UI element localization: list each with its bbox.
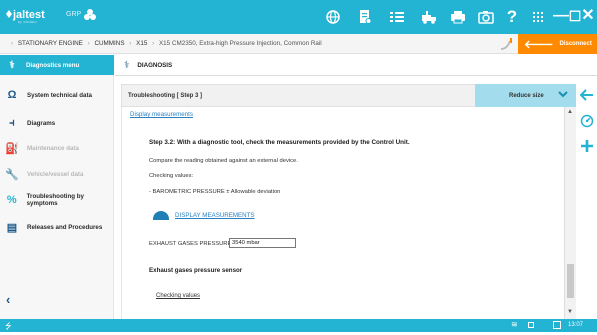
plus-icon[interactable]	[580, 139, 594, 153]
arrow-left-icon: 🡐	[524, 39, 554, 51]
page-title: DIAGNOSIS	[137, 61, 173, 69]
diagram-icon: ⫞	[9, 116, 15, 129]
stethoscope-icon: ⚕	[9, 59, 15, 71]
content-header: ⚕ DIAGNOSIS	[115, 55, 597, 76]
group-label: GRP	[66, 11, 82, 18]
sensor-heading: Exhaust gases pressure sensor	[149, 267, 243, 274]
sidebar-item-troubleshooting[interactable]: % Troubleshooting by symptoms	[0, 188, 114, 212]
display-measurements-link[interactable]: Display measurements	[130, 111, 193, 118]
clock-time: 13:07	[568, 322, 584, 328]
stethoscope-icon: ⚕	[124, 59, 130, 71]
breadcrumb-item[interactable]: X15	[136, 40, 147, 47]
status-bar: ⭍ ≋ 13:07	[0, 319, 597, 332]
sidebar-item-label: Vehicle/vessel data	[27, 170, 84, 178]
reduce-size-label: Reduce size	[509, 92, 544, 99]
disconnect-label: Disconnect	[559, 41, 592, 47]
usb-icon: ⭍	[5, 322, 12, 331]
printer-icon[interactable]	[450, 9, 466, 25]
sidebar-item-maintenance-data: ⛽ Maintenance data	[0, 136, 114, 160]
sidebar-item-label: System technical data	[27, 91, 92, 99]
group-icon[interactable]	[83, 8, 97, 22]
globe-icon[interactable]	[325, 9, 341, 25]
breadcrumb-item[interactable]: STATIONARY ENGINE	[18, 40, 83, 47]
breadcrumb: › STATIONARY ENGINE › CUMMINS › X15 › X1…	[0, 34, 597, 54]
book-icon: ▤	[6, 221, 18, 234]
troubleshooting-document: Display measurements Step 3.2: With a di…	[121, 107, 564, 319]
reduce-size-button[interactable]: Reduce size	[475, 84, 576, 107]
document-scrollbar[interactable]: ▲ ▼	[564, 107, 576, 319]
scroll-up-icon[interactable]: ▲	[567, 109, 573, 115]
help-icon[interactable]: ?	[504, 7, 520, 26]
percent-icon: %	[6, 194, 17, 206]
display-measurements-label: DISPLAY MEASUREMENTS	[175, 212, 255, 219]
scrollbar-thumb[interactable]	[567, 264, 574, 298]
breadcrumb-trail: › STATIONARY ENGINE › CUMMINS › X15 › X1…	[11, 40, 322, 47]
sidebar-item-label: Maintenance data	[27, 144, 79, 152]
display-measurements-button[interactable]: DISPLAY MEASUREMENTS	[153, 211, 255, 220]
disconnect-button[interactable]: 🡐 Disconnect	[518, 34, 597, 54]
step-title-bar: Troubleshooting [ Step 3 ]	[121, 84, 476, 107]
list-icon[interactable]	[389, 9, 405, 25]
connection-status-icon	[500, 38, 512, 50]
step-title: Troubleshooting [ Step 3 ]	[128, 92, 202, 99]
logo-mark-icon	[6, 10, 12, 18]
calendar-icon	[553, 321, 561, 329]
sidebar: ⚕ Diagnostics menu Ω System technical da…	[0, 55, 114, 319]
app-logo: jaltest by COJALI	[6, 9, 45, 24]
top-toolbar: jaltest by COJALI GRP ? — ☐ ✕	[0, 0, 597, 34]
close-icon[interactable]: ✕	[579, 7, 597, 25]
battery-icon	[528, 322, 534, 328]
breadcrumb-item: X15 CM2350, Extra-high Pressure Injectio…	[158, 40, 322, 47]
exhaust-pressure-label: EXHAUST GASES PRESSURE	[149, 241, 232, 247]
truck-icon[interactable]	[421, 9, 437, 25]
chevron-down-icon	[558, 91, 568, 98]
step-heading: Step 3.2: With a diagnostic tool, check …	[149, 139, 410, 146]
gauge-icon	[153, 211, 169, 220]
sidebar-item-vehicle-vessel-data: 🔧 Vehicle/vessel data	[0, 162, 114, 186]
exhaust-pressure-field[interactable]: 3540 mbar	[229, 238, 296, 248]
checking-values-link[interactable]: Checking values	[156, 293, 200, 299]
compare-text: Compare the reading obtained against an …	[149, 158, 298, 164]
checking-values-text: Checking values:	[149, 173, 194, 179]
sidebar-item-diagrams[interactable]: ⫞ Diagrams	[0, 111, 114, 135]
camera-icon[interactable]	[478, 9, 494, 25]
apps-icon[interactable]	[530, 9, 546, 25]
breadcrumb-item[interactable]: CUMMINS	[94, 40, 124, 47]
scroll-down-icon[interactable]: ▼	[567, 309, 573, 315]
sidebar-item-system-technical-data[interactable]: Ω System technical data	[0, 83, 114, 107]
back-arrow-icon[interactable]	[580, 88, 594, 102]
wifi-icon: ≋	[511, 320, 518, 329]
sidebar-collapse-icon[interactable]: ‹	[6, 292, 10, 307]
document-icon[interactable]	[357, 9, 373, 25]
sidebar-item-releases-procedures[interactable]: ▤ Releases and Procedures	[0, 215, 114, 239]
oil-can-icon: ⛽	[5, 142, 19, 155]
sidebar-header-label: Diagnostics menu	[26, 61, 80, 69]
sidebar-item-label: Troubleshooting by symptoms	[26, 193, 84, 207]
sidebar-item-label: Diagrams	[27, 119, 56, 127]
wrench-icon: 🔧	[5, 168, 19, 181]
sidebar-header[interactable]: ⚕ Diagnostics menu	[0, 55, 114, 75]
barometric-text: - BAROMETRIC PRESSURE ± Allowable deviat…	[149, 189, 281, 195]
omega-icon: Ω	[7, 89, 17, 101]
gauge-icon[interactable]	[580, 114, 594, 128]
sidebar-item-label: Releases and Procedures	[27, 223, 103, 231]
